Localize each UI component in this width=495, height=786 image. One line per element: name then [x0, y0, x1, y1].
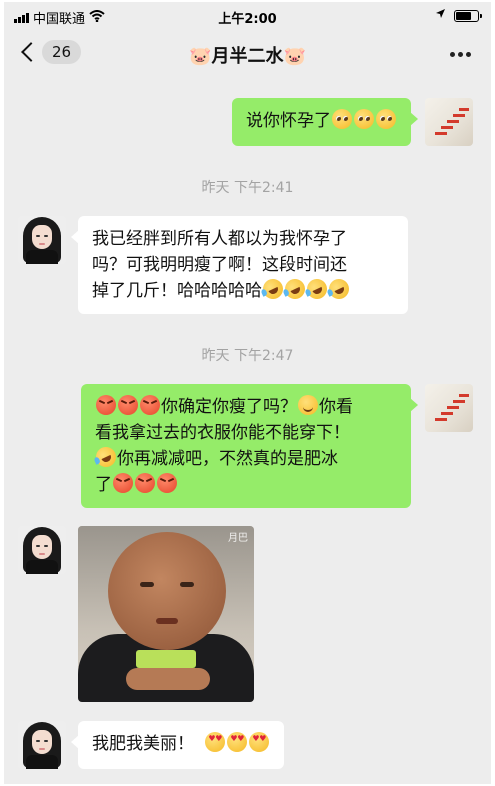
message-text: 你再减减吧，不然真的是肥冰 — [117, 449, 338, 469]
chat-title: 🐷月半二水🐷 — [189, 46, 306, 67]
rolling-laughing-icon — [303, 275, 331, 303]
staircase-image — [435, 388, 469, 428]
rolling-laughing-icon — [325, 275, 353, 303]
angry-face-icon — [118, 395, 138, 415]
message-text: 说你怀孕了 — [246, 111, 331, 131]
message-timestamp: 昨天 下午2:41 — [201, 180, 294, 196]
message-bubble-incoming[interactable]: 我肥我美丽！ — [70, 721, 285, 769]
pleading-face-icon — [332, 109, 352, 129]
location-arrow-icon — [435, 8, 446, 23]
my-avatar[interactable] — [425, 384, 473, 432]
nav-bar: 26 🐷月半二水🐷 — [4, 32, 491, 76]
angry-face-icon — [113, 473, 133, 493]
more-icon — [450, 52, 455, 57]
heart-eyes-icon — [249, 732, 270, 752]
message-text-line: 吗？可我明明瘦了啊！这段时间还 — [92, 255, 347, 275]
message-text-line: 我已经胖到所有人都以为我怀孕了 — [92, 229, 347, 249]
heart-eyes-icon — [227, 732, 248, 752]
contact-avatar[interactable] — [18, 526, 66, 574]
message-bubble-outgoing[interactable]: 你确定你瘦了吗？ 你看 看我拿过去的衣服你能不能穿下！ 你再减减吧，不然真的是肥冰… — [81, 384, 418, 508]
status-bar: 中国联通 上午2:00 — [4, 2, 491, 30]
message-text-line: 看我拿过去的衣服你能不能穿下！ — [95, 423, 350, 443]
rolling-laughing-icon — [281, 275, 309, 303]
staircase-image — [435, 102, 469, 142]
rolling-laughing-icon — [259, 275, 287, 303]
pleading-face-icon — [376, 109, 396, 129]
chat-screen: 中国联通 上午2:00 26 🐷月半二水🐷 说你怀孕了 昨天 下午2:41 我已… — [4, 2, 491, 784]
message-bubble-incoming[interactable]: 我已经胖到所有人都以为我怀孕了 吗？可我明明瘦了啊！这段时间还 掉了几斤！哈哈哈… — [71, 216, 408, 314]
message-text: 我肥我美丽！ — [92, 734, 194, 754]
heart-eyes-icon — [205, 732, 226, 752]
my-avatar[interactable] — [425, 98, 473, 146]
status-time: 上午2:00 — [218, 12, 277, 27]
angry-face-icon — [135, 473, 155, 493]
battery-icon — [454, 9, 482, 22]
angry-face-icon — [96, 395, 116, 415]
pleading-face-icon — [354, 109, 374, 129]
message-text: 了 — [95, 475, 112, 495]
message-text: 你看 — [319, 397, 353, 417]
angry-face-icon — [140, 395, 160, 415]
message-timestamp: 昨天 下午2:47 — [201, 348, 294, 364]
contact-avatar[interactable] — [18, 216, 66, 264]
message-text: 你确定你瘦了吗？ — [161, 397, 297, 417]
contact-avatar[interactable] — [18, 721, 66, 769]
message-bubble-outgoing[interactable]: 说你怀孕了 — [232, 98, 418, 146]
smiling-face-icon — [298, 395, 318, 415]
more-options-button[interactable] — [450, 52, 471, 57]
status-right — [435, 8, 482, 23]
rolling-laughing-icon — [92, 443, 120, 471]
angry-face-icon — [157, 473, 177, 493]
sticker-image[interactable]: 月巴 — [78, 526, 254, 702]
sticker-watermark: 月巴 — [228, 533, 248, 544]
message-text-line: 掉了几斤！哈哈哈哈哈 — [92, 281, 262, 301]
